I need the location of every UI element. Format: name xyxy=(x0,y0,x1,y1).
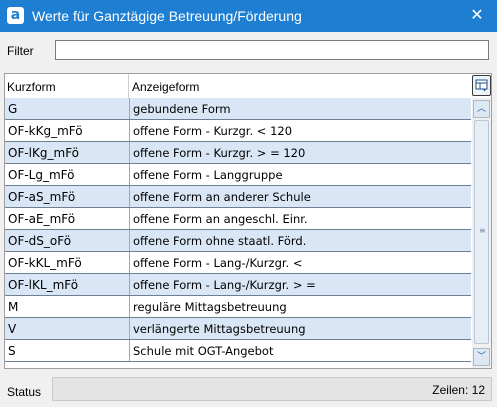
scrollbar-thumb[interactable]: ≡ xyxy=(474,120,489,344)
cell-kurzform: G xyxy=(8,102,18,116)
column-divider xyxy=(129,340,130,361)
column-divider xyxy=(129,274,130,295)
cell-kurzform: OF-Lg_mFö xyxy=(8,168,75,182)
window-title: Werte für Ganztägige Betreuung/Förderung xyxy=(32,8,302,24)
column-divider xyxy=(129,230,130,251)
table-row[interactable]: Ggebundene Form xyxy=(5,98,471,120)
column-divider xyxy=(129,208,130,229)
cell-anzeigeform: offene Form an angeschl. Einr. xyxy=(133,212,308,226)
table-row[interactable]: OF-kKL_mFö offene Form - Lang-/Kurzgr. < xyxy=(5,252,471,274)
cell-kurzform: OF-lKg_mFö xyxy=(8,146,80,160)
table-row[interactable]: OF-lKg_mFö offene Form - Kurzgr. > = 120 xyxy=(5,142,471,164)
table-row[interactable]: Mreguläre Mittagsbetreuung xyxy=(5,296,471,318)
column-divider xyxy=(129,98,130,119)
grid-header: Kurzform Anzeigeform xyxy=(5,74,471,98)
column-divider xyxy=(129,252,130,273)
table-row[interactable]: OF-aE_mFö offene Form an angeschl. Einr. xyxy=(5,208,471,230)
status-field: Zeilen: 12 xyxy=(52,377,492,401)
column-divider xyxy=(129,318,130,339)
cell-kurzform: OF-aS_mFö xyxy=(8,190,76,204)
cell-kurzform: OF-kKL_mFö xyxy=(8,256,82,270)
table-row[interactable]: S Schule mit OGT-Angebot xyxy=(5,340,471,362)
app-logo-icon: a xyxy=(7,7,24,24)
cell-kurzform: OF-aE_mFö xyxy=(8,212,76,226)
title-bar: a Werte für Ganztägige Betreuung/Förderu… xyxy=(0,0,497,32)
vertical-scrollbar[interactable]: ︿ ≡ ﹀ xyxy=(472,98,491,368)
status-label: Status xyxy=(7,385,42,399)
table-row[interactable]: OF-lKL_mFö offene Form - Lang-/Kurzgr. > … xyxy=(5,274,471,296)
table-row[interactable]: OF-Lg_mFö offene Form - Langgruppe xyxy=(5,164,471,186)
column-divider xyxy=(129,186,130,207)
column-divider xyxy=(129,142,130,163)
cell-kurzform: OF-dS_oFö xyxy=(8,234,72,248)
table-row[interactable]: OF-kKg_mFö offene Form - Kurzgr. < 120 xyxy=(5,120,471,142)
column-divider xyxy=(129,296,130,317)
cell-anzeigeform: offene Form - Kurzgr. > = 120 xyxy=(133,146,306,160)
cell-anzeigeform: reguläre Mittagsbetreuung xyxy=(133,300,287,314)
cell-kurzform: V xyxy=(8,322,17,336)
cell-anzeigeform: offene Form an anderer Schule xyxy=(133,190,311,204)
cell-anzeigeform: verlängerte Mittagsbetreuung xyxy=(133,322,306,336)
values-grid: Kurzform Anzeigeform Ggebundene Form OF-k… xyxy=(4,73,492,369)
column-divider xyxy=(129,120,130,141)
cell-anzeigeform: Schule mit OGT-Angebot xyxy=(133,344,274,358)
scroll-down-icon[interactable]: ﹀ xyxy=(473,348,490,366)
cell-anzeigeform: offene Form ohne staatl. Förd. xyxy=(133,234,307,248)
column-divider xyxy=(129,164,130,185)
cell-kurzform: OF-lKL_mFö xyxy=(8,278,79,292)
cell-anzeigeform: gebundene Form xyxy=(133,102,231,116)
filter-input[interactable] xyxy=(55,40,489,60)
cell-anzeigeform: offene Form - Langgruppe xyxy=(133,168,283,182)
column-header-anzeigeform[interactable]: Anzeigeform xyxy=(129,74,471,98)
filter-label: Filter xyxy=(7,44,34,58)
cell-kurzform: M xyxy=(8,300,19,314)
table-row[interactable]: OF-aS_mFö offene Form an anderer Schule xyxy=(5,186,471,208)
column-chooser-icon[interactable] xyxy=(472,75,491,96)
close-icon[interactable]: ✕ xyxy=(457,0,497,32)
grip-icon: ≡ xyxy=(479,226,486,235)
column-header-kurzform[interactable]: Kurzform xyxy=(5,74,129,98)
row-count: Zeilen: 12 xyxy=(432,383,485,397)
cell-anzeigeform: offene Form - Lang-/Kurzgr. < xyxy=(133,256,303,270)
cell-anzeigeform: offene Form - Kurzgr. < 120 xyxy=(133,124,293,138)
cell-kurzform: OF-kKg_mFö xyxy=(8,124,83,138)
table-row[interactable]: Vverlängerte Mittagsbetreuung xyxy=(5,318,471,340)
cell-kurzform: S xyxy=(8,344,16,358)
scroll-up-icon[interactable]: ︿ xyxy=(473,100,490,118)
table-row[interactable]: OF-dS_oFö offene Form ohne staatl. Förd. xyxy=(5,230,471,252)
cell-anzeigeform: offene Form - Lang-/Kurzgr. > = xyxy=(133,278,316,292)
